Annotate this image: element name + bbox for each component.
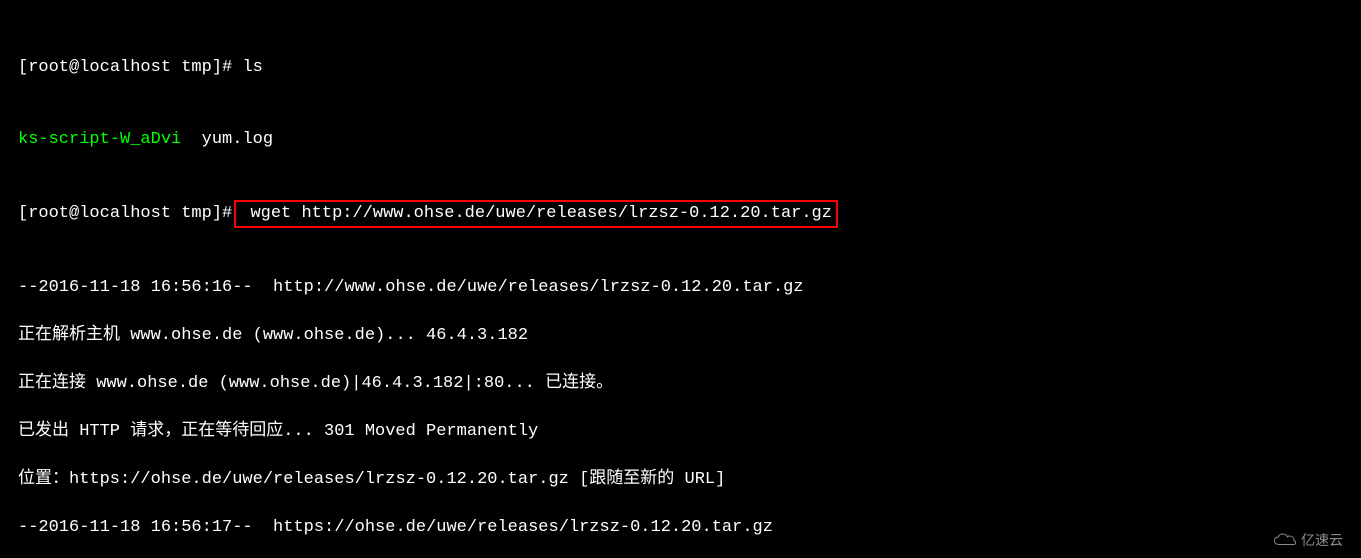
command-wget: wget http://www.ohse.de/uwe/releases/lrz… (240, 204, 832, 223)
highlight-wget-command: wget http://www.ohse.de/uwe/releases/lrz… (234, 200, 838, 228)
shell-prompt: [root@localhost tmp]# (18, 204, 232, 223)
wget-output: --2016-11-18 16:56:16-- http://www.ohse.… (18, 276, 1343, 300)
file-ks-script: ks-script-W_aDvi (18, 130, 181, 149)
wget-output: 正在连接 www.ohse.de (www.ohse.de)|46.4.3.18… (18, 372, 1343, 396)
cloud-icon (1273, 532, 1297, 548)
shell-prompt: [root@localhost tmp]# (18, 58, 242, 77)
wget-output: 正在解析主机 www.ohse.de (www.ohse.de)... 46.4… (18, 324, 1343, 348)
wget-output: 位置：https://ohse.de/uwe/releases/lrzsz-0.… (18, 468, 1343, 492)
watermark-text: 亿速云 (1301, 528, 1343, 552)
file-yum-log: yum.log (181, 130, 273, 149)
wget-output: 已发出 HTTP 请求，正在等待回应... 301 Moved Permanen… (18, 420, 1343, 444)
prompt-line-1: [root@localhost tmp]# ls (18, 56, 1343, 80)
watermark: 亿速云 (1273, 528, 1343, 552)
command-ls: ls (242, 58, 262, 77)
wget-output: --2016-11-18 16:56:17-- https://ohse.de/… (18, 516, 1343, 540)
ls-output-1: ks-script-W_aDvi yum.log (18, 128, 1343, 152)
terminal-window[interactable]: [root@localhost tmp]# ls ks-script-W_aDv… (0, 0, 1361, 558)
prompt-line-2: [root@localhost tmp]# wget http://www.oh… (18, 200, 1343, 228)
